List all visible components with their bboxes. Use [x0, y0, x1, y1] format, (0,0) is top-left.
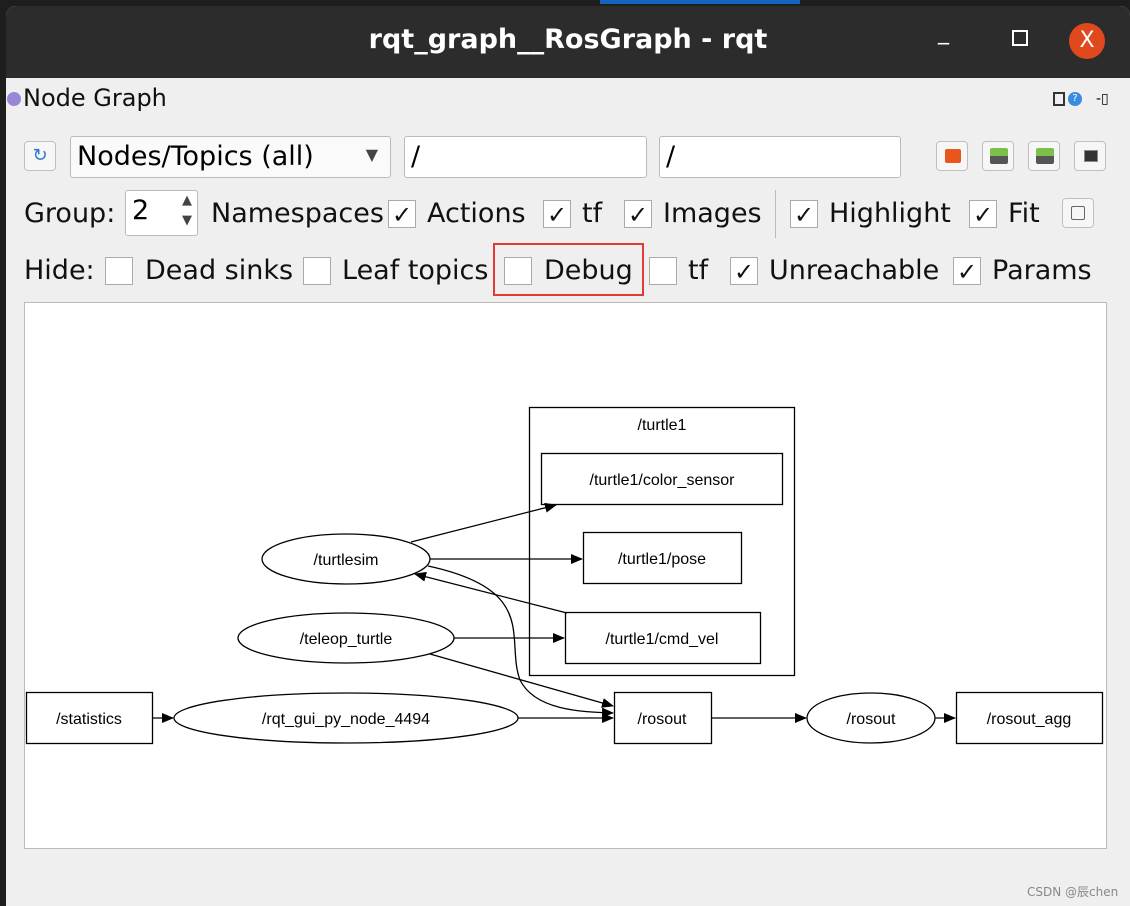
label-rosout-agg: /rosout_agg [987, 711, 1072, 728]
label-rqt-gui: /rqt_gui_py_node_4494 [262, 711, 430, 728]
edge-teleop-rosout [429, 653, 614, 708]
edge-cmd-vel-turtlesim [414, 571, 568, 614]
label-rosout-topic: /rosout [638, 711, 687, 728]
label-pose: /turtle1/pose [618, 551, 706, 568]
label-statistics: /statistics [56, 711, 122, 728]
edge-turtlesim-rosout [427, 565, 614, 718]
watermark: CSDN @辰chen [1027, 885, 1119, 899]
label-rosout-node: /rosout [847, 711, 896, 728]
label-teleop: /teleop_turtle [300, 631, 393, 648]
graph-svg: /turtle1 /turtle1/color_sensor /turtle1/… [25, 406, 1104, 745]
label-cmd-vel: /turtle1/cmd_vel [606, 631, 719, 648]
edge-turtlesim-color-sensor [410, 502, 557, 543]
cluster-label: /turtle1 [638, 417, 687, 434]
label-turtlesim: /turtlesim [314, 552, 379, 569]
label-color-sensor: /turtle1/color_sensor [590, 472, 736, 489]
